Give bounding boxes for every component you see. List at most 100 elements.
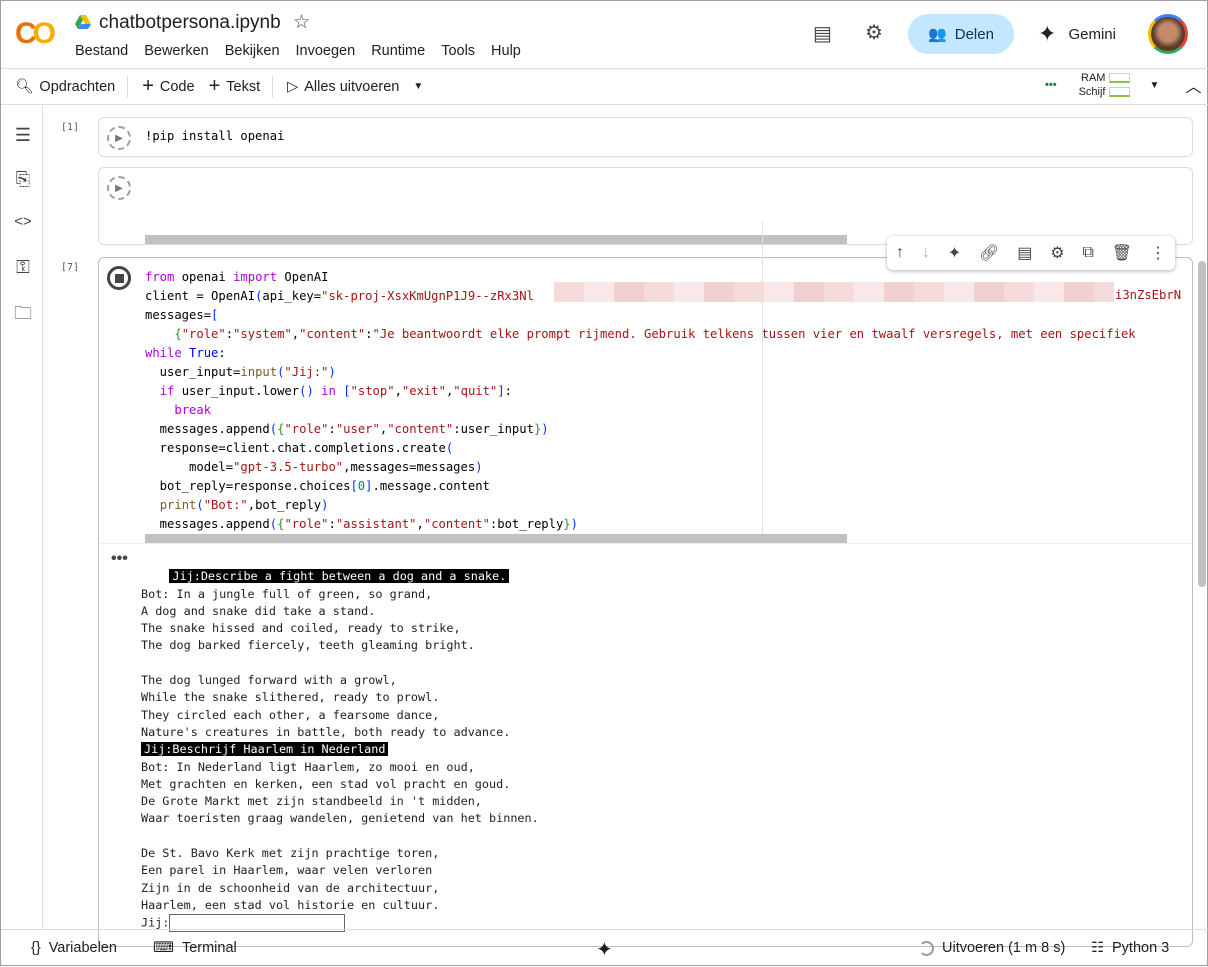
cell-code[interactable]: !pip install openai: [145, 127, 284, 146]
gemini-sparkle-icon[interactable]: ✦: [948, 243, 961, 263]
add-code-button[interactable]: + Code: [142, 75, 194, 98]
settings-gear-icon[interactable]: ⚙: [1050, 243, 1064, 263]
code-token: ): [321, 498, 329, 512]
code-token: True: [189, 346, 219, 360]
code-token: (: [196, 498, 204, 512]
code-token: (): [299, 384, 314, 398]
code-token: ): [475, 460, 483, 474]
menu-bewerken[interactable]: Bewerken: [144, 43, 208, 59]
people-icon: 👥: [928, 26, 947, 43]
input-prompt-label: Jij:: [141, 915, 170, 930]
code-token: "content": [299, 327, 366, 341]
code-token: [: [343, 384, 351, 398]
gemini-button[interactable]: ✦ Gemini: [1038, 21, 1116, 47]
code-line: bot_reply=response.choices[0].message.co…: [145, 477, 1136, 496]
user-prompt-highlight: Jij:Describe a fight between a dog and a…: [169, 569, 510, 584]
delete-trash-icon[interactable]: 🗑︎: [1112, 243, 1132, 263]
secrets-key-icon[interactable]: ⚿: [12, 257, 34, 278]
menu-bekijken[interactable]: Bekijken: [225, 43, 280, 59]
code-token: ,bot_reply: [247, 498, 322, 512]
vertical-scrollbar[interactable]: [1198, 261, 1206, 587]
move-down-arrow-icon[interactable]: ↓: [922, 244, 930, 262]
menu-runtime[interactable]: Runtime: [371, 43, 425, 59]
avatar[interactable]: [1148, 14, 1188, 54]
gemini-sparkle-icon[interactable]: ✦: [596, 937, 613, 962]
code-line: model="gpt-3.5-turbo",messages=messages): [145, 458, 1136, 477]
run-cell-button[interactable]: ▶: [107, 176, 131, 200]
commands-button[interactable]: 🔍︎ Opdrachten: [15, 78, 115, 96]
code-cell-running[interactable]: from openai import OpenAI client = OpenAI…: [98, 222, 1193, 947]
move-up-arrow-icon[interactable]: ↑: [896, 244, 904, 262]
variables-button[interactable]: {} Variabelen: [31, 940, 117, 956]
code-token: print: [159, 498, 197, 512]
kernel-status[interactable]: ☷ Python 3: [1091, 940, 1169, 956]
code-token: "Je beantwoordt elke prompt rijmend. Geb…: [372, 327, 1136, 341]
menu-bestand[interactable]: Bestand: [75, 43, 128, 59]
output-menu-icon[interactable]: •••: [111, 550, 128, 568]
plus-icon: +: [142, 75, 154, 97]
code-cell[interactable]: ▶ !pip install openai: [98, 117, 1193, 157]
toolbar: 🔍︎ Opdrachten + Code + Tekst ▷ Alles uitvoer…: [1, 69, 1208, 105]
share-button[interactable]: 👥 Delen: [908, 14, 1014, 54]
code-line: messages.append({"role":"assistant","con…: [145, 515, 1136, 534]
stop-cell-button[interactable]: [107, 266, 131, 290]
code-token: [: [211, 308, 219, 322]
files-folder-icon[interactable]: 🗀: [12, 301, 34, 331]
code-token: (: [445, 441, 454, 455]
code-token: "exit": [401, 384, 446, 398]
code-token: "system": [233, 327, 292, 341]
code-token: ,: [394, 384, 402, 398]
resource-dropdown-icon[interactable]: ▼: [1150, 80, 1160, 91]
run-all-dropdown-icon[interactable]: ▼: [413, 81, 423, 92]
run-cell-button[interactable]: ▶: [107, 126, 131, 150]
cell-execution-count: [1]: [61, 122, 80, 133]
code-snippets-icon[interactable]: <>: [12, 213, 34, 230]
code-token: messages=: [145, 308, 212, 322]
settings-gear-icon[interactable]: ⚙: [865, 20, 883, 45]
collapse-chevron-up-icon[interactable]: ︿: [1185, 73, 1201, 97]
menu-invoegen[interactable]: Invoegen: [296, 43, 356, 59]
menu-tools[interactable]: Tools: [441, 43, 475, 59]
code-token: if: [159, 384, 175, 398]
code-token: from: [145, 270, 175, 284]
terminal-icon: ⌨: [153, 940, 174, 956]
colab-logo[interactable]: CO: [15, 17, 56, 51]
divider: [127, 75, 129, 98]
code-token: "content": [423, 517, 490, 531]
code-token: response=client.chat.completions.create: [145, 441, 446, 455]
notebook-title[interactable]: chatbotpersona.ipynb: [99, 12, 281, 34]
bot-reply: Bot: In a jungle full of green, so grand…: [141, 586, 511, 739]
run-all-button[interactable]: ▷ Alles uitvoeren: [287, 79, 399, 95]
code-line: messages.append({"role":"user","content"…: [145, 420, 1136, 439]
execution-status[interactable]: Uitvoeren (1 m 8 s): [919, 940, 1065, 956]
more-options-icon[interactable]: ⋮: [1150, 243, 1166, 263]
horizontal-scrollbar[interactable]: [145, 235, 847, 244]
comment-icon[interactable]: ▤: [1017, 243, 1032, 263]
link-icon[interactable]: 🔗︎: [979, 243, 999, 263]
code-token: :: [328, 422, 336, 436]
code-token: "sk-proj-XsxKmUgnP1J9--zRx3Nl: [321, 289, 534, 303]
code-token: "user": [335, 422, 380, 436]
menu-hulp[interactable]: Hulp: [491, 43, 521, 59]
gemini-sparkle-icon: ✦: [1038, 21, 1057, 46]
code-token: openai: [174, 270, 234, 284]
resource-monitor[interactable]: ••• RAM Schijf ▼ ︿: [1045, 71, 1201, 99]
add-text-button[interactable]: + Tekst: [209, 75, 261, 98]
code-cell-empty[interactable]: ▶: [98, 167, 1193, 245]
horizontal-scrollbar[interactable]: [145, 534, 847, 543]
terminal-button[interactable]: ⌨ Terminal: [153, 940, 237, 956]
redacted-api-key: [554, 282, 1114, 302]
server-icon: ☷: [1091, 940, 1104, 956]
code-token: :: [218, 346, 226, 360]
code-token: :: [504, 384, 512, 398]
code-line: print("Bot:",bot_reply): [145, 496, 1136, 515]
star-icon[interactable]: ☆: [293, 11, 310, 34]
mirror-cell-icon[interactable]: ⧉: [1082, 244, 1093, 262]
comments-icon[interactable]: ▤: [813, 21, 832, 46]
play-icon: ▷: [287, 78, 299, 95]
cell-code[interactable]: from openai import OpenAI client = OpenAI…: [145, 268, 1136, 534]
table-of-contents-icon[interactable]: ☰: [12, 125, 34, 146]
find-icon[interactable]: ⎘: [12, 169, 34, 190]
